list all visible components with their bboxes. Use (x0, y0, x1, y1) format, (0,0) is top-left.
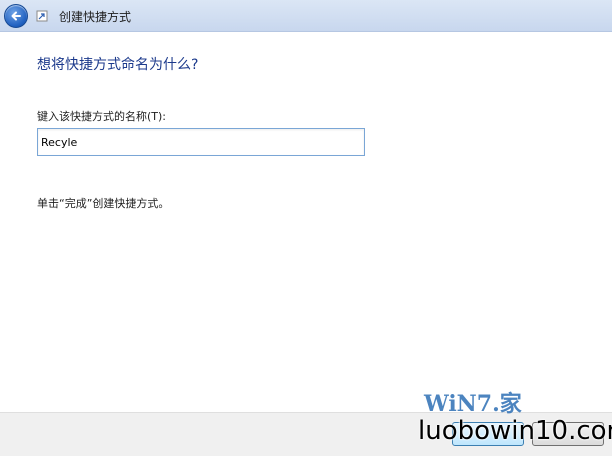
watermark-logo: WiN7.家 (424, 391, 522, 417)
back-arrow-icon (11, 11, 21, 21)
back-button[interactable] (4, 4, 28, 28)
watermark-site: luobowin10.com (418, 416, 612, 446)
window-title: 创建快捷方式 (59, 10, 132, 24)
page-heading: 想将快捷方式命名为什么? (37, 57, 199, 73)
shortcut-icon (36, 10, 48, 22)
name-field-label: 键入该快捷方式的名称(T): (37, 110, 167, 123)
finish-hint: 单击“完成”创建快捷方式。 (37, 197, 170, 210)
shortcut-name-input[interactable] (37, 128, 365, 156)
title-bar: 创建快捷方式 (0, 0, 612, 32)
